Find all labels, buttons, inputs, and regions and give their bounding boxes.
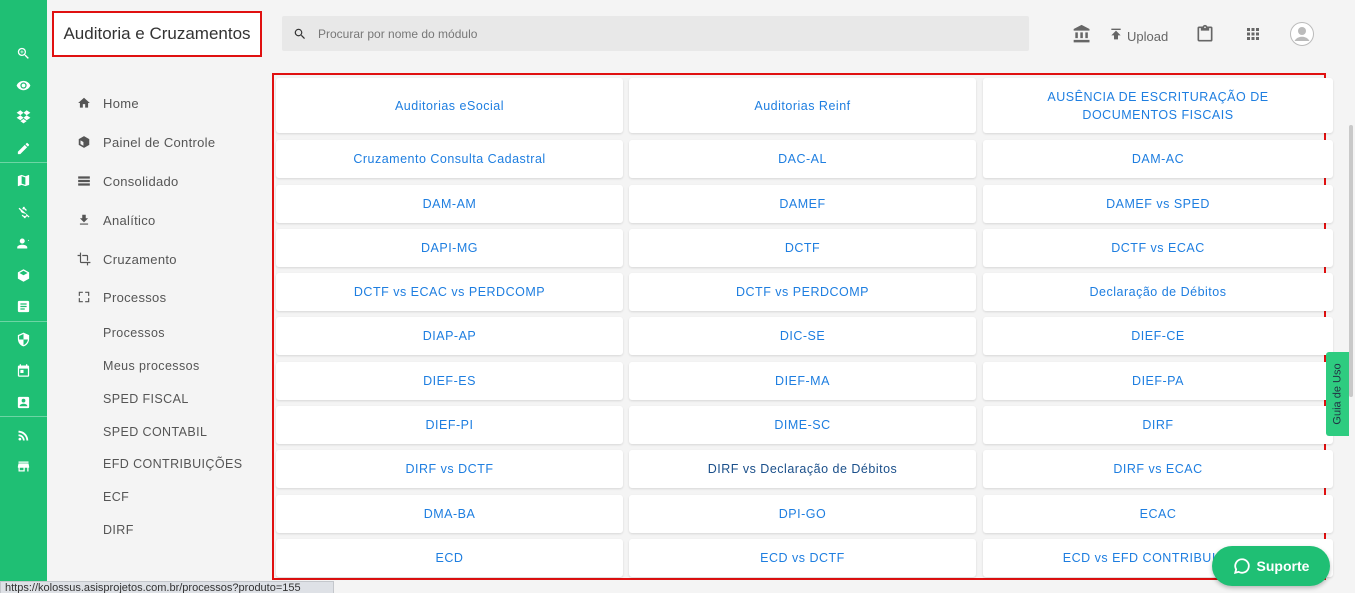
module-card[interactable]: DIME-SC [629, 406, 976, 444]
money-off-icon[interactable] [14, 203, 32, 221]
module-card[interactable]: DIEF-CE [983, 317, 1333, 355]
module-card[interactable]: DIRF vs Declaração de Débitos [629, 450, 976, 488]
page-title: Auditoria e Cruzamentos [52, 11, 262, 57]
document-list-icon[interactable] [14, 297, 32, 315]
user-icon [1290, 22, 1314, 46]
guide-tab-label: Guia de Uso [1331, 363, 1344, 425]
store-icon[interactable] [14, 457, 32, 475]
table-icon [78, 176, 90, 186]
module-card[interactable]: ECAC [983, 495, 1333, 533]
nav-item-consolidado[interactable]: Consolidado [77, 170, 179, 192]
nav-label: Cruzamento [103, 251, 177, 267]
dropbox-icon[interactable] [14, 107, 32, 125]
user-avatar[interactable] [1290, 22, 1314, 46]
module-card[interactable]: DCTF vs PERDCOMP [629, 273, 976, 311]
module-card[interactable]: DMA-BA [276, 495, 623, 533]
module-card[interactable]: DAMEF [629, 185, 976, 223]
upload-icon [1111, 28, 1121, 40]
module-card[interactable]: Declaração de Débitos [983, 273, 1333, 311]
support-button[interactable]: Suporte [1212, 546, 1330, 586]
support-label: Suporte [1256, 558, 1310, 574]
nav-item-painel[interactable]: Painel de Controle [77, 131, 215, 153]
module-card[interactable]: Auditorias eSocial [276, 78, 623, 133]
search-input[interactable] [318, 26, 1029, 41]
nav-label: Processos [103, 289, 167, 305]
app-rail [0, 0, 47, 593]
expand-icon [78, 291, 90, 303]
module-card[interactable]: DAC-AL [629, 140, 976, 178]
chat-bubble-icon [1233, 558, 1250, 575]
contact-card-icon[interactable] [14, 393, 32, 411]
clipboard-button[interactable] [1195, 23, 1215, 45]
module-card[interactable]: DIEF-PI [276, 406, 623, 444]
bank-icon [1073, 24, 1090, 43]
clipboard-icon [1197, 24, 1213, 42]
module-card[interactable]: DCTF [629, 229, 976, 267]
module-card[interactable]: DAPI-MG [276, 229, 623, 267]
page-scrollbar[interactable] [1347, 73, 1355, 593]
nav-item-cruzamento[interactable]: Cruzamento [77, 248, 177, 270]
apps-grid-icon [1247, 28, 1259, 40]
zoom-search-icon[interactable] [14, 44, 32, 62]
nav-item-home[interactable]: Home [77, 92, 139, 114]
module-card[interactable]: Cruzamento Consulta Cadastral [276, 140, 623, 178]
nav-item-analitico[interactable]: Analítico [77, 209, 156, 231]
module-card[interactable]: DCTF vs ECAC vs PERDCOMP [276, 273, 623, 311]
module-card[interactable]: DIAP-AP [276, 317, 623, 355]
status-url: https://kolossus.asisprojetos.com.br/pro… [0, 581, 334, 593]
module-card[interactable]: ECD [276, 539, 623, 577]
pencil-icon[interactable] [14, 139, 32, 157]
guide-tab[interactable]: Guia de Uso [1326, 352, 1349, 436]
sub-item-sped-contabil[interactable]: SPED CONTABIL [103, 425, 207, 439]
module-card[interactable]: DAMEF vs SPED [983, 185, 1333, 223]
bank-button[interactable] [1072, 23, 1092, 45]
crop-icon [77, 252, 91, 266]
box-icon[interactable] [14, 266, 32, 284]
rss-feed-icon[interactable] [14, 426, 32, 444]
module-card[interactable]: DAM-AC [983, 140, 1333, 178]
map-icon[interactable] [14, 171, 32, 189]
home-icon [78, 97, 90, 108]
sub-item-ecf[interactable]: ECF [103, 490, 129, 504]
nav-label: Analítico [103, 212, 156, 228]
shield-icon[interactable] [14, 330, 32, 348]
sub-item-efd-contribuicoes[interactable]: EFD CONTRIBUIÇÕES [103, 457, 242, 471]
download-icon [79, 214, 89, 225]
sub-item-meus-processos[interactable]: Meus processos [103, 359, 200, 373]
module-card[interactable]: DIRF vs ECAC [983, 450, 1333, 488]
module-card[interactable]: AUSÊNCIA DE ESCRITURAÇÃO DE DOCUMENTOS F… [983, 78, 1333, 133]
upload-button[interactable]: Upload [1108, 23, 1168, 45]
nav-label: Home [103, 95, 139, 111]
nav-label: Consolidado [103, 173, 179, 189]
module-card[interactable]: DIRF [983, 406, 1333, 444]
module-card[interactable]: DIRF vs DCTF [276, 450, 623, 488]
nav-item-processos[interactable]: Processos [77, 286, 166, 308]
sub-item-sped-fiscal[interactable]: SPED FISCAL [103, 392, 189, 406]
module-card[interactable]: DIEF-PA [983, 362, 1333, 400]
module-card[interactable]: DIEF-MA [629, 362, 976, 400]
sub-item-dirf[interactable]: DIRF [103, 523, 134, 537]
upload-label: Upload [1127, 28, 1169, 44]
sub-item-processos[interactable]: Processos [103, 326, 165, 340]
apps-button[interactable] [1244, 23, 1262, 45]
module-card[interactable]: Auditorias Reinf [629, 78, 976, 133]
search-icon [294, 28, 305, 39]
nav-label: Painel de Controle [103, 134, 216, 150]
module-card[interactable]: DIEF-ES [276, 362, 623, 400]
module-search[interactable] [282, 16, 1029, 51]
calendar-icon[interactable] [14, 361, 32, 379]
face-settings-icon[interactable] [14, 234, 32, 252]
module-card[interactable]: DCTF vs ECAC [983, 229, 1333, 267]
eye-icon[interactable] [14, 76, 32, 94]
module-card[interactable]: DIC-SE [629, 317, 976, 355]
dashboard-icon [78, 136, 90, 148]
module-card[interactable]: ECD vs DCTF [629, 539, 976, 577]
module-card[interactable]: DAM-AM [276, 185, 623, 223]
scrollbar-thumb[interactable] [1349, 125, 1353, 397]
module-card[interactable]: DPI-GO [629, 495, 976, 533]
